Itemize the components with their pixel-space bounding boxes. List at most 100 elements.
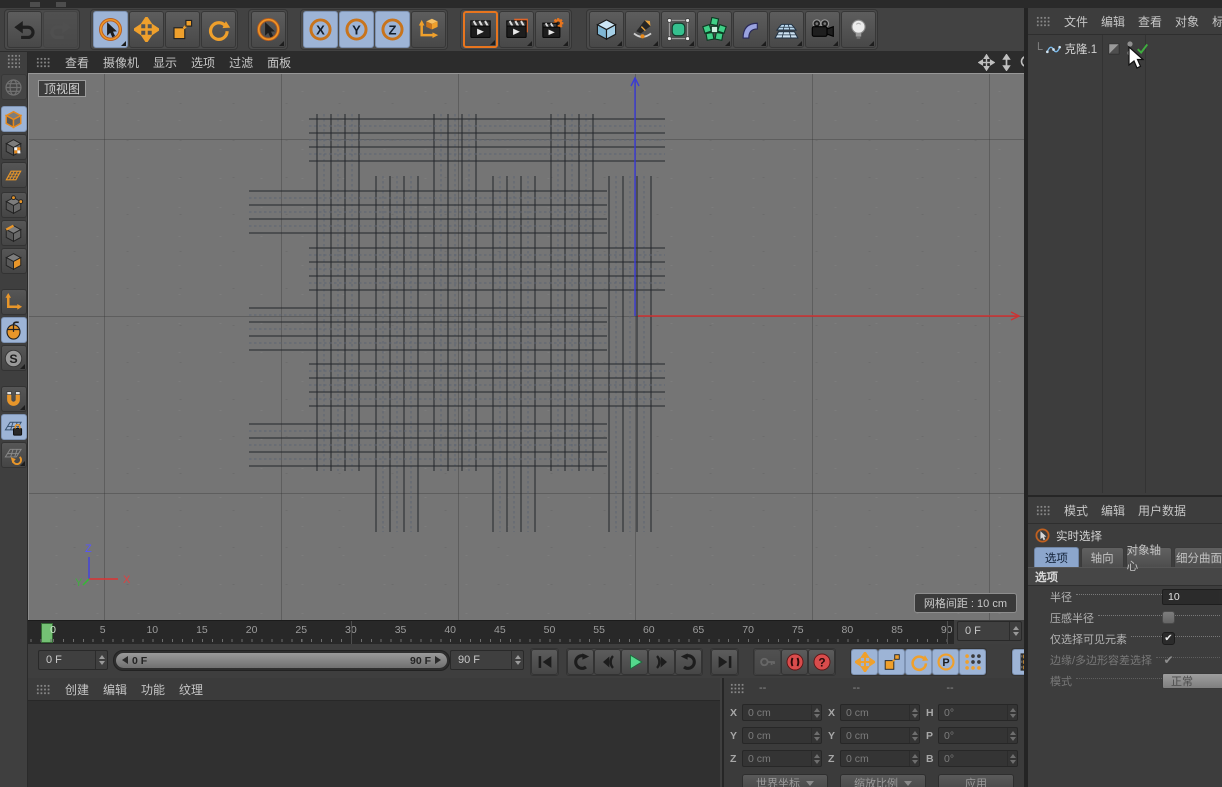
viewport-menu-2[interactable]: 摄像机: [103, 54, 139, 71]
coordinate-space-dropdown[interactable]: 世界坐标: [742, 774, 828, 787]
scale-mode-dropdown[interactable]: 缩放比例: [840, 774, 926, 787]
attribute-menu-2[interactable]: 编辑: [1101, 502, 1125, 519]
frame-field[interactable]: 0 F: [957, 621, 1022, 641]
render-picture-viewer-button[interactable]: [499, 11, 534, 48]
workplane-mode[interactable]: [1, 162, 27, 188]
apply-button[interactable]: 应用: [938, 774, 1014, 787]
lock-y-axis[interactable]: Y: [339, 11, 374, 48]
viewport-menubar-grip[interactable]: [36, 57, 51, 68]
object-name[interactable]: 克隆.1: [1065, 41, 1098, 57]
lock-z-axis[interactable]: Z: [375, 11, 410, 48]
view-label[interactable]: 顶视图: [38, 80, 86, 97]
coord-input[interactable]: 0 cm: [742, 750, 822, 767]
coord-input[interactable]: 0°: [938, 750, 1018, 767]
next-frame-button[interactable]: [648, 649, 675, 675]
material-menu-1[interactable]: 创建: [65, 681, 89, 698]
undo-button[interactable]: [7, 11, 42, 48]
coord-input[interactable]: 0 cm: [840, 704, 920, 721]
object-row[interactable]: └ 克隆.1: [1028, 39, 1222, 59]
viewport[interactable]: Z X Y 顶视图 网格间距 : 10 cm: [28, 73, 1024, 620]
material-manager[interactable]: 创建编辑功能纹理: [28, 678, 720, 787]
object-manager-menu-2[interactable]: 编辑: [1101, 13, 1125, 30]
tab-4[interactable]: 细分曲面: [1174, 547, 1222, 567]
viewport-menu-3[interactable]: 显示: [153, 54, 177, 71]
record-parameter-toggle[interactable]: P: [932, 649, 959, 675]
rotate-tool[interactable]: [201, 11, 236, 48]
add-camera-button[interactable]: [805, 11, 840, 48]
last-used-tool[interactable]: [251, 11, 286, 48]
attribute-menu-3[interactable]: 用户数据: [1138, 502, 1186, 519]
object-manager-menu-1[interactable]: 文件: [1064, 13, 1088, 30]
add-modeling-object-button[interactable]: [697, 11, 732, 48]
sidebar-grip[interactable]: [7, 54, 20, 69]
lock-x-axis[interactable]: X: [303, 11, 338, 48]
render-view-button[interactable]: [463, 11, 498, 48]
enable-snap[interactable]: [1, 386, 27, 412]
preview-range-slider[interactable]: 0 F 90 F: [113, 650, 450, 671]
tab-3[interactable]: 对象轴心: [1126, 547, 1172, 567]
viewport-menu-1[interactable]: 查看: [65, 54, 89, 71]
coord-input[interactable]: 0°: [938, 727, 1018, 744]
coord-input[interactable]: 0 cm: [742, 727, 822, 744]
record-point-level-toggle[interactable]: [959, 649, 986, 675]
object-manager-menu-3[interactable]: 查看: [1138, 13, 1162, 30]
viewport-menu-5[interactable]: 过滤: [229, 54, 253, 71]
coord-input[interactable]: 0 cm: [840, 750, 920, 767]
points-mode[interactable]: [1, 192, 27, 218]
previous-frame-button[interactable]: [594, 649, 621, 675]
viewport-menu-6[interactable]: 面板: [267, 54, 291, 71]
radius-field[interactable]: 10: [1162, 589, 1222, 605]
add-light-button[interactable]: [841, 11, 876, 48]
convert-object[interactable]: [1, 74, 27, 100]
record-position-toggle[interactable]: [851, 649, 878, 675]
goto-start-button[interactable]: [531, 649, 558, 675]
object-manager-menu-5[interactable]: 标签: [1212, 13, 1222, 30]
render-settings-button[interactable]: [535, 11, 570, 48]
layer-toggle-icon[interactable]: [1107, 42, 1121, 56]
add-spline-button[interactable]: [625, 11, 660, 48]
object-manager-grip[interactable]: [1036, 16, 1051, 27]
nav-zoom-icon[interactable]: [998, 54, 1015, 71]
tweak-mode[interactable]: [1, 317, 27, 343]
tab-1[interactable]: 选项: [1034, 547, 1079, 567]
add-primitive-button[interactable]: [589, 11, 624, 48]
tab-2[interactable]: 轴向: [1081, 547, 1124, 567]
attribute-manager-grip[interactable]: [1036, 505, 1051, 516]
coordinate-system[interactable]: [411, 11, 446, 48]
viewport-menu-4[interactable]: 选项: [191, 54, 215, 71]
record-rotation-toggle[interactable]: [905, 649, 932, 675]
nav-move-icon[interactable]: [978, 54, 995, 71]
end-frame-stepper[interactable]: [511, 651, 523, 669]
record-keyframe-button[interactable]: [754, 649, 781, 675]
coord-input[interactable]: 0 cm: [742, 704, 822, 721]
material-menu-2[interactable]: 编辑: [103, 681, 127, 698]
keyframe-help-button[interactable]: ?: [808, 649, 835, 675]
coord-input[interactable]: 0 cm: [840, 727, 920, 744]
move-tool[interactable]: [129, 11, 164, 48]
redo-button[interactable]: [43, 11, 78, 48]
play-button[interactable]: [621, 649, 648, 675]
attribute-menu-1[interactable]: 模式: [1064, 502, 1088, 519]
model-mode[interactable]: [1, 106, 27, 132]
scale-tool[interactable]: [165, 11, 200, 48]
snap-settings[interactable]: S: [1, 345, 27, 371]
edges-mode[interactable]: [1, 220, 27, 246]
material-menu-4[interactable]: 纹理: [179, 681, 203, 698]
coord-input[interactable]: 0°: [938, 704, 1018, 721]
preview-range-inner[interactable]: 0 F 90 F: [116, 653, 447, 668]
enable-axis-mode[interactable]: [1, 289, 27, 315]
lock-workplane[interactable]: [1, 414, 27, 440]
previous-key-button[interactable]: [567, 649, 594, 675]
timeline-ruler[interactable]: 051015202530354045505560657075808590: [28, 620, 954, 644]
current-frame-spinner[interactable]: 0 F: [38, 650, 108, 670]
material-menubar-grip[interactable]: [36, 684, 51, 695]
add-environment-button[interactable]: [769, 11, 804, 48]
object-manager-menu-4[interactable]: 对象: [1175, 13, 1199, 30]
material-menu-3[interactable]: 功能: [141, 681, 165, 698]
autokey-button[interactable]: [781, 649, 808, 675]
live-selection-tool[interactable]: [93, 11, 128, 48]
checkbox[interactable]: [1162, 611, 1175, 624]
workplane-transform[interactable]: [1, 442, 27, 468]
checkbox[interactable]: ✔: [1162, 632, 1175, 645]
texture-mode[interactable]: [1, 134, 27, 160]
